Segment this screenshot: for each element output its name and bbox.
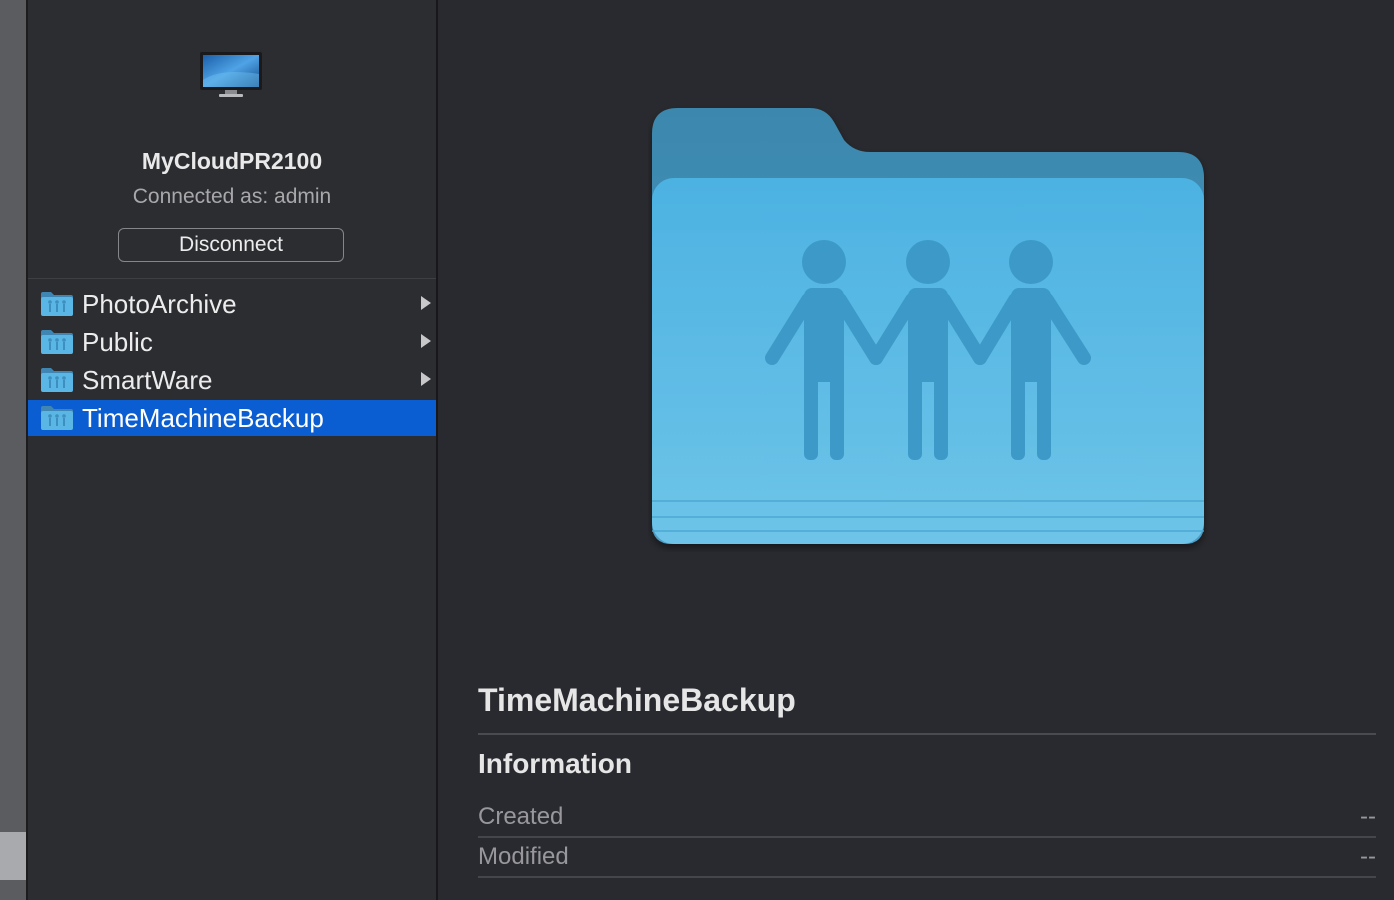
share-item-public[interactable]: Public	[28, 324, 436, 360]
disclosure-chevron-icon	[421, 334, 431, 348]
shared-folder-icon	[41, 292, 73, 316]
disclosure-chevron-icon	[421, 372, 431, 386]
share-label: PhotoArchive	[82, 289, 237, 319]
shared-folder-icon	[41, 406, 73, 430]
disclosure-chevron-icon	[421, 296, 431, 310]
device-header: MyCloudPR2100 Connected as: admin Discon…	[28, 0, 436, 279]
disconnect-button[interactable]: Disconnect	[118, 228, 344, 262]
left-scrollbar[interactable]	[0, 0, 28, 900]
share-item-smartware[interactable]: SmartWare	[28, 362, 436, 398]
info-value: --	[1360, 803, 1376, 830]
share-list: PhotoArchive Public SmartWare TimeMachin…	[28, 286, 436, 438]
preview-pane: TimeMachineBackup Information Created --…	[438, 0, 1394, 900]
large-shared-folder-icon	[652, 108, 1204, 544]
share-label: TimeMachineBackup	[82, 403, 324, 433]
item-title: TimeMachineBackup	[478, 682, 796, 718]
connected-as-label: Connected as: admin	[132, 185, 332, 208]
divider	[478, 733, 1376, 735]
device-name: MyCloudPR2100	[141, 148, 323, 174]
share-item-timemachinebackup[interactable]: TimeMachineBackup	[28, 400, 436, 436]
info-key: Modified	[478, 843, 569, 870]
info-row-created: Created --	[478, 798, 1376, 838]
finder-window: MyCloudPR2100 Connected as: admin Discon…	[0, 0, 1394, 900]
info-value: --	[1360, 843, 1376, 870]
info-key: Created	[478, 803, 564, 830]
information-heading: Information	[478, 748, 632, 779]
share-label: SmartWare	[82, 365, 213, 395]
shared-folder-icon	[41, 330, 73, 354]
info-row-modified: Modified --	[478, 838, 1376, 878]
share-label: Public	[82, 327, 153, 357]
column-browser: MyCloudPR2100 Connected as: admin Discon…	[28, 0, 438, 900]
shared-folder-icon	[41, 368, 73, 392]
monitor-icon	[200, 52, 262, 97]
share-item-photoarchive[interactable]: PhotoArchive	[28, 286, 436, 322]
scrollbar-thumb[interactable]	[0, 832, 26, 880]
